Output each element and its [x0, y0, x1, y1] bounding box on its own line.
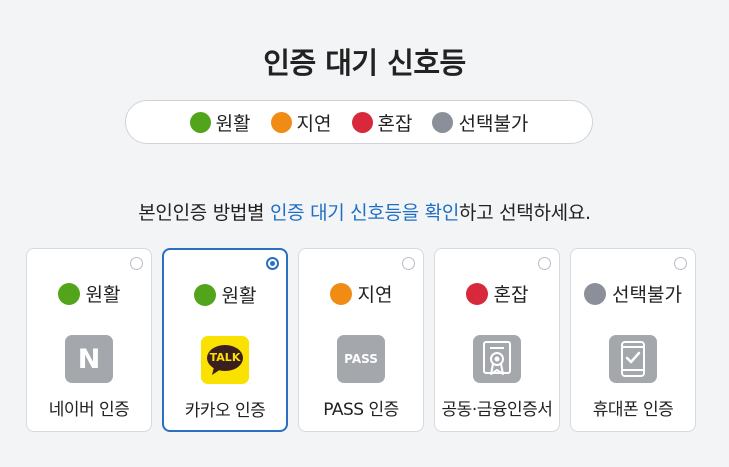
- red-dot-icon: [465, 282, 488, 305]
- radio-button[interactable]: [402, 257, 415, 270]
- red-dot-icon: [351, 111, 373, 133]
- status-label: 원활: [221, 285, 257, 307]
- certificate-glyph-icon: [483, 341, 511, 375]
- instruction-after: 하고 선택하세요.: [459, 202, 591, 224]
- auth-method-list: 원활 N 네이버 인증 원활 TALK 카카오 인증 지연 PASS PASS …: [26, 248, 696, 432]
- pass-logo-text: PASS: [344, 352, 378, 366]
- auth-card-mobile[interactable]: 선택불가 휴대폰 인증: [570, 248, 696, 432]
- legend-item-unavailable: 선택불가: [432, 109, 528, 136]
- mobile-phone-check-icon: [609, 335, 657, 383]
- pass-logo-icon: PASS: [337, 335, 385, 383]
- green-dot-icon: [193, 283, 216, 306]
- instruction-text: 본인인증 방법별 인증 대기 신호등을 확인하고 선택하세요.: [0, 198, 729, 225]
- status-label: 지연: [357, 284, 393, 306]
- radio-button[interactable]: [538, 257, 551, 270]
- auth-method-label: 휴대폰 인증: [592, 400, 674, 420]
- page-title: 인증 대기 신호등: [263, 46, 466, 80]
- auth-method-label: 네이버 인증: [48, 400, 130, 420]
- status-indicator: 혼잡: [435, 280, 559, 307]
- auth-method-label: PASS 인증: [323, 400, 399, 420]
- instruction-highlight: 인증 대기 신호등을 확인: [269, 202, 460, 224]
- status-label: 혼잡: [493, 284, 529, 306]
- legend-item-smooth: 원활: [189, 109, 251, 136]
- auth-method-label: 카카오 인증: [184, 401, 266, 421]
- status-indicator: 원활: [164, 281, 286, 308]
- legend-item-congested: 혼잡: [351, 109, 413, 136]
- instruction-before: 본인인증 방법별: [138, 202, 270, 224]
- certificate-icon: [473, 335, 521, 383]
- signal-legend: 원활 지연 혼잡 선택불가: [125, 100, 593, 144]
- kakao-talk-text: TALK: [209, 351, 241, 364]
- kakao-talk-icon: TALK: [201, 336, 249, 384]
- radio-button-selected[interactable]: [266, 257, 279, 270]
- legend-label: 선택불가: [458, 112, 529, 135]
- status-label: 원활: [85, 284, 121, 306]
- status-label: 선택불가: [612, 284, 682, 306]
- green-dot-icon: [189, 111, 211, 133]
- status-indicator: 지연: [299, 280, 423, 307]
- orange-dot-icon: [270, 111, 292, 133]
- auth-card-pass[interactable]: 지연 PASS PASS 인증: [298, 248, 424, 432]
- legend-item-delay: 지연: [270, 109, 332, 136]
- radio-button[interactable]: [674, 257, 687, 270]
- auth-card-certificate[interactable]: 혼잡 공동·금융인증서: [434, 248, 560, 432]
- gray-dot-icon: [584, 282, 607, 305]
- status-indicator: 선택불가: [571, 280, 695, 307]
- auth-method-label: 공동·금융인증서: [441, 400, 553, 420]
- naver-logo-icon: N: [65, 335, 113, 383]
- orange-dot-icon: [329, 282, 352, 305]
- status-indicator: 원활: [27, 280, 151, 307]
- phone-glyph-icon: [621, 341, 645, 377]
- legend-label: 혼잡: [377, 112, 413, 135]
- auth-card-kakao[interactable]: 원활 TALK 카카오 인증: [162, 248, 288, 432]
- legend-label: 원활: [215, 112, 251, 135]
- auth-card-naver[interactable]: 원활 N 네이버 인증: [26, 248, 152, 432]
- gray-dot-icon: [432, 111, 454, 133]
- naver-logo-text: N: [77, 343, 101, 375]
- legend-label: 지연: [296, 112, 332, 135]
- radio-button[interactable]: [130, 257, 143, 270]
- green-dot-icon: [57, 282, 80, 305]
